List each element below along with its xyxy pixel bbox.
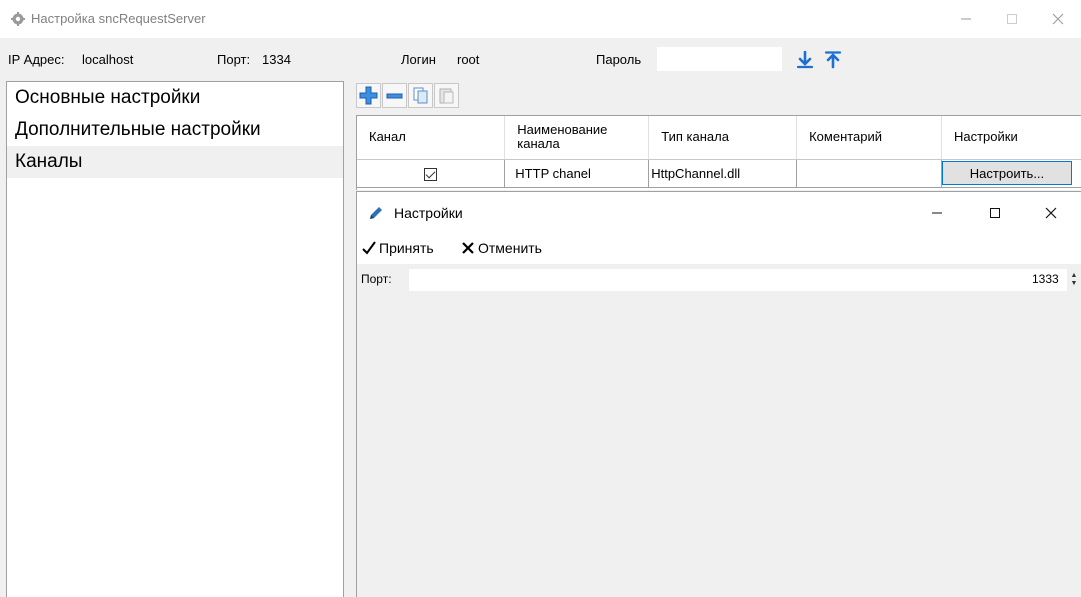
paste-channel-button[interactable]: [434, 83, 459, 108]
category-label: Дополнительные настройки: [15, 119, 261, 140]
cancel-button[interactable]: Отменить: [461, 240, 542, 256]
channel-toolbar: [356, 83, 460, 109]
settings-close-button[interactable]: [1028, 192, 1074, 234]
login-label: Логин: [401, 52, 436, 67]
channel-comment-cell[interactable]: [796, 159, 942, 188]
port-field[interactable]: 1334: [260, 47, 380, 71]
settings-actions: Принять Отменить: [357, 234, 1081, 264]
login-field[interactable]: root: [455, 47, 573, 71]
add-icon: [359, 86, 378, 105]
port-setting-input[interactable]: [409, 269, 1067, 291]
channel-enabled-cell[interactable]: [357, 159, 506, 188]
chevron-down-icon[interactable]: ▼: [1071, 280, 1078, 288]
table-row[interactable]: HTTP chanel HttpChannel.dll Настроить...: [357, 159, 1081, 188]
port-label: Порт:: [217, 52, 251, 67]
upload-arrow-icon[interactable]: [824, 51, 842, 69]
settings-minimize-button[interactable]: [914, 192, 960, 234]
minimize-button[interactable]: [943, 0, 989, 38]
gear-icon: [11, 12, 25, 26]
grid-header-row: Канал Наименование канала Тип канала Ком…: [357, 116, 1081, 160]
category-item-additional[interactable]: Дополнительные настройки: [7, 114, 343, 146]
category-label: Основные настройки: [15, 87, 201, 108]
remove-channel-button[interactable]: [382, 83, 407, 108]
port-setting-label: Порт:: [361, 272, 392, 286]
chevron-up-icon[interactable]: ▲: [1071, 272, 1078, 280]
settings-window: Настройки Принять Отменить Порт: 1333 ▲ …: [356, 191, 1081, 597]
download-arrow-icon[interactable]: [796, 51, 814, 69]
cancel-label: Отменить: [478, 240, 542, 256]
title-bar: Настройка sncRequestServer: [0, 0, 1081, 38]
minimize-icon: [932, 212, 942, 214]
configure-button[interactable]: Настроить...: [941, 161, 1072, 185]
settings-category-list: Основные настройки Дополнительные настро…: [6, 81, 344, 597]
column-header-name[interactable]: Наименование канала: [504, 116, 650, 160]
add-channel-button[interactable]: [356, 83, 381, 108]
maximize-button[interactable]: [989, 0, 1035, 38]
accept-label: Принять: [379, 240, 434, 256]
maximize-icon: [990, 208, 1000, 218]
password-field[interactable]: [657, 47, 782, 71]
column-header-comment[interactable]: Коментарий: [796, 116, 942, 160]
pencil-icon: [370, 207, 382, 219]
paste-icon: [439, 88, 454, 104]
channel-name-cell[interactable]: HTTP chanel: [504, 159, 650, 188]
window-title: Настройка sncRequestServer: [31, 11, 206, 26]
accept-button[interactable]: Принять: [362, 240, 434, 256]
copy-channel-button[interactable]: [408, 83, 433, 108]
column-header-channel[interactable]: Канал: [357, 116, 506, 160]
maximize-icon: [1007, 14, 1017, 24]
settings-maximize-button[interactable]: [972, 192, 1018, 234]
checkmark-icon: [362, 241, 376, 255]
splitter[interactable]: [344, 81, 356, 597]
port-setting-value[interactable]: 1333: [1032, 272, 1059, 286]
port-stepper[interactable]: ▲ ▼: [1069, 271, 1079, 289]
port-setting-row: Порт: 1333 ▲ ▼: [357, 269, 1081, 291]
category-item-channels[interactable]: Каналы: [7, 146, 343, 178]
channels-grid: Канал Наименование канала Тип канала Ком…: [356, 115, 1081, 190]
minimize-icon: [961, 18, 971, 20]
channel-type-cell[interactable]: HttpChannel.dll: [648, 159, 798, 188]
channel-enabled-checkbox[interactable]: [424, 167, 438, 181]
settings-window-title: Настройки: [394, 205, 463, 221]
connection-bar: IP Адрес: localhost Порт: 1334 Логин roo…: [0, 43, 1081, 75]
cross-icon: [462, 242, 474, 254]
password-label: Пароль: [596, 52, 642, 67]
copy-icon: [413, 87, 428, 104]
settings-title-bar: Настройки: [357, 192, 1081, 234]
close-icon: [1052, 13, 1064, 25]
column-header-settings[interactable]: Настройки: [941, 116, 1081, 160]
channel-settings-cell: Настроить...: [941, 159, 1081, 188]
close-icon: [1045, 207, 1057, 219]
category-label: Каналы: [15, 151, 83, 172]
column-header-type[interactable]: Тип канала: [648, 116, 798, 160]
category-item-main[interactable]: Основные настройки: [7, 82, 343, 114]
ip-label: IP Адрес:: [8, 52, 65, 67]
ip-field[interactable]: localhost: [80, 47, 190, 71]
remove-icon: [386, 93, 403, 99]
close-button[interactable]: [1035, 0, 1081, 38]
